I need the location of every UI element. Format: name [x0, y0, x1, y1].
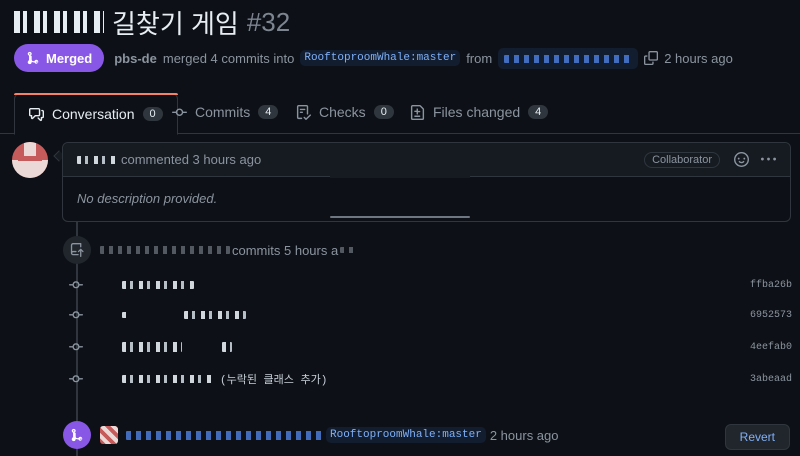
- copy-icon[interactable]: [644, 51, 659, 65]
- git-commit-icon: [66, 372, 86, 386]
- commit-row[interactable]: 4eefab0: [66, 337, 796, 357]
- merged-state-badge: Merged: [14, 44, 105, 72]
- git-merge-icon: [27, 51, 39, 65]
- comment-discussion-icon: [29, 107, 44, 121]
- commit-row[interactable]: ffba26b: [66, 275, 796, 295]
- merged-state-label: Merged: [46, 50, 93, 66]
- tab-conversation-label: Conversation: [52, 106, 135, 122]
- repo-push-icon: [63, 236, 91, 264]
- tab-commits-count: 4: [258, 105, 279, 119]
- commit-sha[interactable]: 3abeaad: [750, 374, 792, 385]
- commenter-avatar[interactable]: [12, 142, 48, 178]
- commit-row[interactable]: (누락된 클래스 추가) 3abeaad: [66, 369, 796, 389]
- merge-base-branch[interactable]: RooftoproomWhale:master: [326, 427, 486, 443]
- redacted-commit-message: [122, 375, 214, 383]
- tab-commits-label: Commits: [195, 104, 251, 120]
- commit-row[interactable]: 6952573: [66, 305, 796, 325]
- merge-time: 2 hours ago: [489, 427, 559, 443]
- kebab-menu-icon[interactable]: [761, 152, 776, 167]
- pr-author-link[interactable]: pbs-de: [114, 51, 157, 66]
- commit-message[interactable]: (누락된 클래스 추가): [122, 371, 327, 387]
- tab-commits[interactable]: Commits 4: [158, 92, 292, 132]
- commit-message[interactable]: [122, 311, 252, 319]
- base-branch[interactable]: RooftoproomWhale:master: [300, 50, 461, 66]
- pr-time: 2 hours ago: [664, 50, 733, 66]
- comment-action: commented 3 hours ago: [121, 152, 262, 167]
- tab-files-changed[interactable]: Files changed 4: [396, 92, 562, 132]
- tab-files-changed-label: Files changed: [433, 104, 521, 120]
- commit-message[interactable]: [122, 281, 200, 289]
- horizontal-scrollbar[interactable]: [330, 216, 470, 218]
- file-diff-icon: [410, 104, 425, 120]
- tab-checks-count: 0: [373, 105, 394, 119]
- redacted-commit-message: [184, 311, 246, 319]
- commit-message-suffix: (누락된 클래스 추가): [220, 375, 328, 387]
- tab-checks[interactable]: Checks 0: [282, 92, 408, 132]
- revert-button[interactable]: Revert: [724, 424, 790, 450]
- git-commit-icon: [66, 340, 86, 354]
- merger-avatar[interactable]: [100, 426, 118, 444]
- from-text: from: [466, 50, 493, 66]
- redacted-commit-message: [122, 281, 194, 289]
- comment-box: commented 3 hours ago Collaborator No de…: [62, 142, 791, 222]
- merge-event: RooftoproomWhale:master 2 hours ago: [100, 424, 559, 446]
- redacted-commit-message: [122, 312, 128, 318]
- merged-text: merged 4 commits into: [162, 50, 295, 66]
- comment-body: No description provided.: [77, 191, 218, 206]
- collaborator-badge: Collaborator: [644, 151, 720, 168]
- tab-files-changed-count: 4: [528, 105, 549, 119]
- redacted-commit-message: [122, 342, 182, 352]
- scrollbar-top: [330, 176, 470, 178]
- commit-sha[interactable]: ffba26b: [750, 280, 792, 291]
- smiley-icon[interactable]: [734, 152, 749, 167]
- git-commit-icon: [66, 308, 86, 322]
- tab-conversation[interactable]: Conversation 0: [14, 93, 178, 135]
- commits-event: commits 5 hours a: [100, 240, 359, 260]
- commits-event-text: commits 5 hours a: [232, 242, 339, 258]
- redacted-text: [340, 247, 359, 253]
- head-branch[interactable]: [498, 47, 639, 69]
- comment-header: commented 3 hours ago Collaborator: [63, 143, 790, 177]
- redacted-pusher-name[interactable]: [100, 246, 230, 254]
- redacted-commit-message: [222, 342, 232, 352]
- commit-sha[interactable]: 4eefab0: [750, 342, 792, 353]
- pr-meta: Merged pbs-de merged 4 commits into Roof…: [14, 44, 733, 72]
- checklist-icon: [296, 104, 311, 120]
- redacted-title-prefix: [14, 11, 104, 33]
- pr-number: #32: [246, 6, 291, 37]
- commit-sha[interactable]: 6952573: [750, 310, 792, 321]
- git-merge-icon: [63, 421, 91, 449]
- pr-tabs: Conversation 0 Commits 4 Checks 0 Files …: [0, 88, 800, 135]
- redacted-head-branch: [504, 55, 633, 64]
- pr-title-row: 길찾기 게임 #32: [14, 4, 290, 40]
- redacted-commenter-name[interactable]: [77, 155, 117, 164]
- tab-checks-label: Checks: [319, 104, 366, 120]
- commit-message[interactable]: [122, 342, 238, 352]
- git-commit-icon: [66, 278, 86, 292]
- git-commit-icon: [172, 108, 187, 116]
- redacted-merge-text: [126, 430, 322, 440]
- pr-title: 길찾기 게임: [112, 8, 239, 39]
